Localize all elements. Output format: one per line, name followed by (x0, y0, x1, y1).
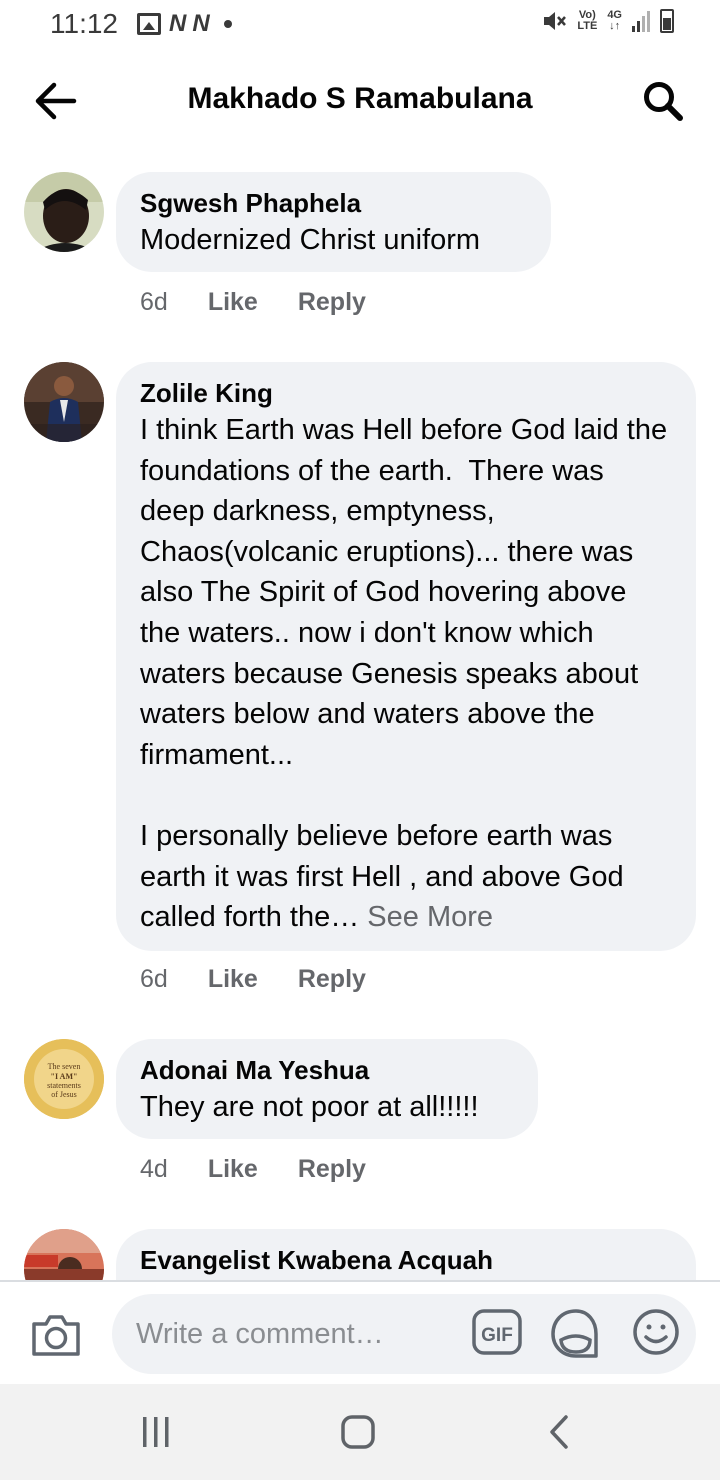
svg-text:GIF: GIF (481, 1325, 513, 1346)
comment-time[interactable]: 4d (140, 1155, 168, 1184)
comment-bubble[interactable]: Adonai Ma Yeshua They are not poor at al… (116, 1039, 538, 1139)
comment-actions: 6d Like Reply (140, 288, 366, 317)
camera-button[interactable] (30, 1312, 82, 1358)
status-left-icons: N N (137, 10, 232, 38)
comment-composer: GIF (0, 1280, 720, 1384)
comment-input[interactable] (112, 1294, 696, 1374)
comment-author[interactable]: Evangelist Kwabena Acquah (140, 1243, 672, 1277)
status-time: 11:12 (50, 8, 118, 39)
comment-time[interactable]: 6d (140, 288, 168, 317)
like-button[interactable]: Like (208, 1155, 258, 1184)
see-more-link[interactable]: See More (367, 901, 493, 933)
comment-actions: 6d Like Reply (140, 965, 366, 994)
avatar-text-line: of Jesus (51, 1090, 77, 1099)
like-button[interactable]: Like (208, 288, 258, 317)
home-icon (341, 1415, 375, 1449)
comment-time[interactable]: 6d (140, 965, 168, 994)
network-4g-icon: 4G ↓↑ (607, 9, 622, 32)
recent-apps-icon (143, 1417, 169, 1447)
signal-icon (632, 10, 650, 32)
gif-button[interactable]: GIF (472, 1308, 522, 1358)
search-button[interactable] (640, 78, 686, 124)
avatar[interactable]: The seven "I AM" statements of Jesus (24, 1039, 104, 1119)
camera-icon (32, 1315, 80, 1356)
comment-actions: 4d Like Reply (140, 1155, 366, 1184)
gif-icon: GIF (472, 1309, 522, 1355)
emoji-button[interactable] (632, 1308, 680, 1356)
comment-bubble[interactable]: Sgwesh Phaphela Modernized Christ unifor… (116, 172, 551, 272)
page-title: Makhado S Ramabulana (187, 82, 533, 115)
comment-author[interactable]: Sgwesh Phaphela (140, 186, 527, 220)
comment-author[interactable]: Adonai Ma Yeshua (140, 1053, 514, 1087)
status-right-icons: Vo) LTE 4G ↓↑ (541, 8, 674, 34)
recent-apps-button[interactable] (132, 1412, 180, 1452)
battery-icon (660, 9, 674, 33)
header: Makhado S Ramabulana (0, 60, 720, 140)
comment-list: Sgwesh Phaphela Modernized Christ unifor… (0, 170, 720, 1280)
comment-text-body: I think Earth was Hell before God laid t… (140, 414, 668, 934)
n-icon: N (192, 10, 209, 37)
dot-icon (223, 20, 232, 28)
avatar-text-line: statements (47, 1081, 81, 1090)
sticker-icon (551, 1309, 598, 1358)
system-back-button[interactable] (536, 1412, 584, 1452)
home-button[interactable] (334, 1412, 382, 1452)
n-icon: N (169, 10, 186, 37)
comment-text: Modernized Christ uniform (140, 224, 481, 256)
comment-bubble[interactable]: Evangelist Kwabena Acquah (116, 1229, 696, 1280)
status-bar: 11:12 N N Vo) LTE 4G ↓↑ (0, 0, 720, 50)
search-icon (644, 82, 683, 121)
avatar[interactable] (24, 1229, 104, 1280)
back-icon (550, 1415, 568, 1449)
volte-icon: Vo) LTE (577, 9, 598, 32)
system-nav-bar (0, 1384, 720, 1480)
like-button[interactable]: Like (208, 965, 258, 994)
mute-icon (544, 12, 567, 30)
comment-bubble[interactable]: Zolile King I think Earth was Hell befor… (116, 362, 696, 951)
comment-text: They are not poor at all!!!!! (140, 1091, 479, 1123)
avatar-text-line: "I AM" (51, 1072, 78, 1081)
avatar[interactable] (24, 362, 104, 442)
reply-button[interactable]: Reply (298, 1155, 366, 1184)
sticker-button[interactable] (550, 1308, 602, 1362)
avatar[interactable] (24, 172, 104, 252)
comment-text: I think Earth was Hell before God laid t… (140, 410, 672, 938)
reply-button[interactable]: Reply (298, 965, 366, 994)
avatar-text-line: The seven (48, 1062, 81, 1071)
image-icon (137, 13, 161, 35)
comment-author[interactable]: Zolile King (140, 376, 672, 410)
reply-button[interactable]: Reply (298, 288, 366, 317)
emoji-icon (633, 1309, 679, 1355)
